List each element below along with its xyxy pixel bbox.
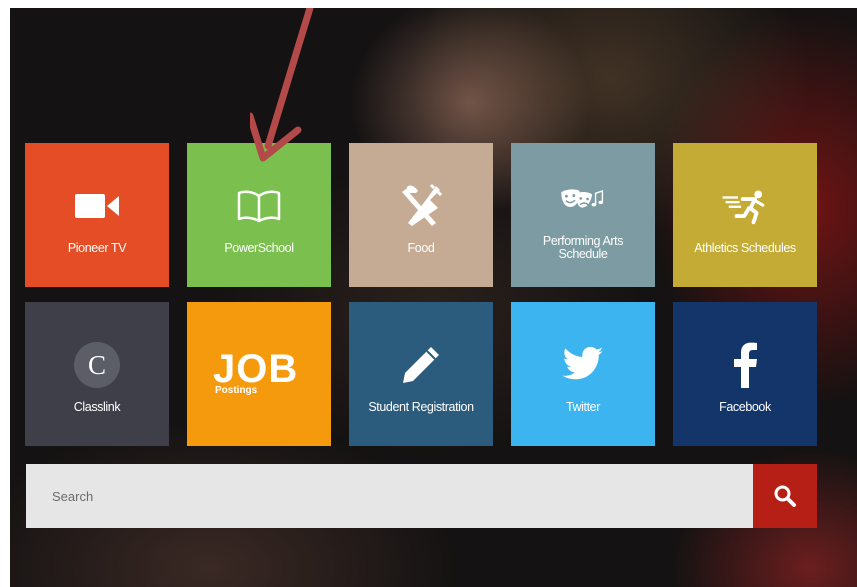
tile-label: Pioneer TV (67, 240, 127, 255)
tile-label: Facebook (719, 399, 771, 414)
tile-athletics-schedules[interactable]: Athletics Schedules (673, 143, 817, 287)
postings-label: Postings (215, 385, 258, 396)
tile-pioneer-tv[interactable]: Pioneer TV (25, 143, 169, 287)
video-camera-icon (73, 182, 121, 230)
tile-job-postings[interactable]: JOB Postings (187, 302, 331, 446)
open-book-icon (235, 182, 283, 230)
search-button[interactable] (753, 464, 817, 528)
classlink-c-icon: C (73, 341, 121, 389)
facebook-f-icon (721, 341, 769, 389)
tile-label: Twitter (565, 399, 600, 414)
job-postings-logo: JOB Postings (209, 347, 309, 407)
svg-text:C: C (88, 350, 106, 380)
tile-label: PowerSchool (224, 240, 294, 255)
fork-knife-icon (397, 182, 445, 230)
runner-icon (721, 182, 769, 230)
red-arrow-annotation (250, 8, 314, 162)
tile-label: Student Registration (368, 399, 474, 414)
tile-label: Classlink (73, 399, 121, 414)
tile-facebook[interactable]: Facebook (673, 302, 817, 446)
tile-classlink[interactable]: C Classlink (25, 302, 169, 446)
tile-label: Food (407, 240, 435, 255)
theater-masks-icon (559, 175, 607, 223)
search-input[interactable] (26, 464, 753, 528)
tile-food[interactable]: Food (349, 143, 493, 287)
pencil-icon (397, 341, 445, 389)
twitter-bird-icon (559, 341, 607, 389)
tile-student-registration[interactable]: Student Registration (349, 302, 493, 446)
tile-twitter[interactable]: Twitter (511, 302, 655, 446)
tile-performing-arts[interactable]: Performing Arts Schedule (511, 143, 655, 287)
search-icon (774, 485, 796, 507)
hero-background: Pioneer TV PowerSchool Food Performing A… (10, 8, 857, 587)
tile-label: Performing Arts Schedule (542, 234, 624, 261)
tile-label: Athletics Schedules (694, 240, 796, 255)
